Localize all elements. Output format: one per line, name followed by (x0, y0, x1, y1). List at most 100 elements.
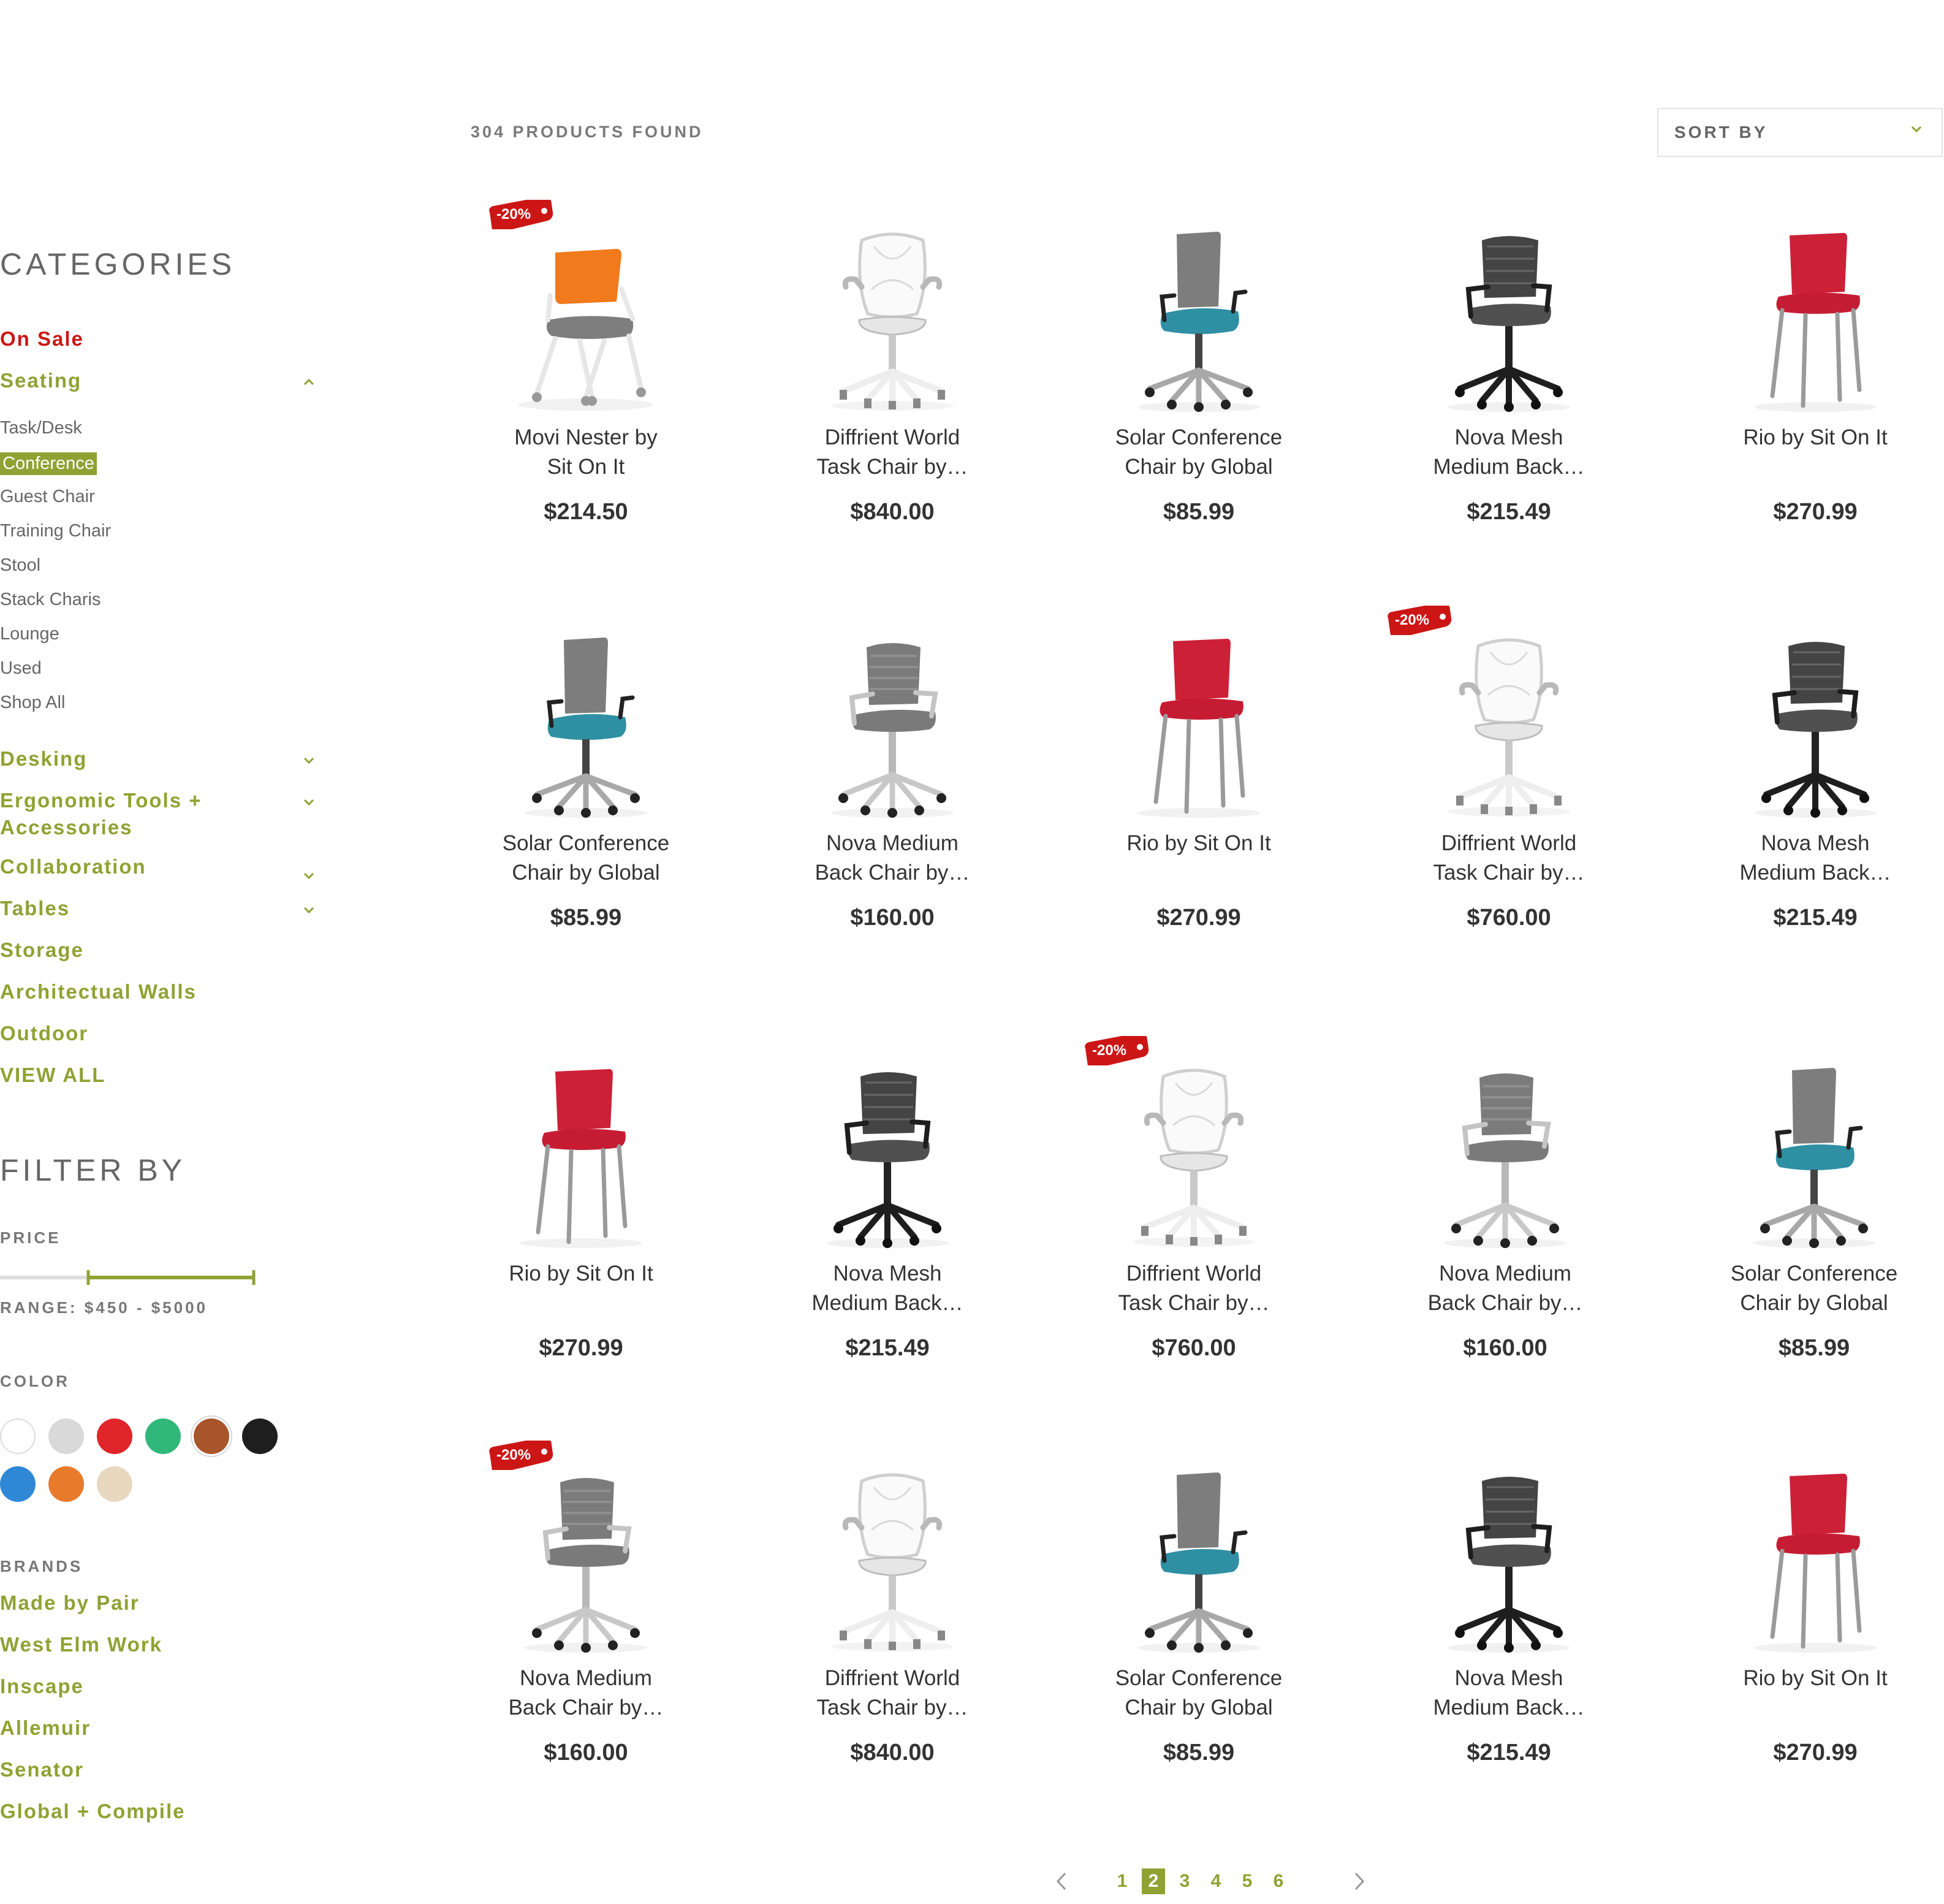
product-image[interactable] (1125, 1469, 1272, 1653)
product-name[interactable]: Diffrient World Task Chair by… (1356, 829, 1662, 888)
product-card[interactable]: Nova Mesh Medium Back… $215.49 (1356, 216, 1662, 608)
product-name[interactable]: Diffrient World Task Chair by… (739, 423, 1046, 482)
chevron-down-icon[interactable] (303, 756, 315, 765)
product-image[interactable] (1742, 228, 1889, 412)
chevron-down-icon[interactable] (303, 872, 315, 880)
product-card[interactable]: Rio by Sit On It $270.99 (1662, 1457, 1944, 1849)
product-name[interactable]: Nova Medium Back Chair by… (739, 829, 1046, 888)
category-outdoor[interactable]: Outdoor (0, 1020, 88, 1047)
color-swatch[interactable] (145, 1418, 181, 1454)
product-card[interactable]: Nova Medium Back Chair by… $160.00 -20% (433, 1441, 739, 1849)
subcategory-lounge[interactable]: Lounge (0, 624, 59, 644)
category-collaboration[interactable]: Collaboration (0, 853, 146, 880)
product-card[interactable]: Diffrient World Task Chair by… $840.00 (739, 1457, 1046, 1849)
product-card[interactable]: Solar Conference Chair by Global $85.99 (1046, 1457, 1352, 1849)
price-range-slider[interactable] (0, 1266, 264, 1289)
brand-global-compile[interactable]: Global + Compile (0, 1800, 185, 1823)
product-image[interactable] (1125, 634, 1272, 818)
product-card[interactable]: Diffrient World Task Chair by… $760.00 -20… (1356, 606, 1662, 1014)
product-image[interactable] (512, 1469, 659, 1653)
product-card[interactable]: Rio by Sit On It $270.99 (1046, 622, 1352, 1014)
product-image[interactable] (1435, 228, 1582, 412)
product-card[interactable]: Rio by Sit On It $270.99 (1662, 216, 1944, 608)
product-card[interactable]: Nova Mesh Medium Back… $215.49 (1356, 1457, 1662, 1849)
product-card[interactable]: Rio by Sit On It $270.99 (428, 1052, 734, 1444)
color-swatch[interactable] (48, 1418, 84, 1454)
product-card[interactable]: Movi Nester by Sit On It $214.50 -20% (433, 200, 739, 608)
product-image[interactable] (819, 634, 966, 818)
product-name[interactable]: Diffrient World Task Chair by… (739, 1664, 1046, 1723)
page-number[interactable]: 6 (1267, 1868, 1290, 1894)
category-storage[interactable]: Storage (0, 937, 84, 964)
page-number[interactable]: 5 (1236, 1868, 1259, 1894)
product-card[interactable]: Nova Medium Back Chair by… $160.00 (739, 622, 1046, 1014)
subcategory-shop-all[interactable]: Shop All (0, 693, 65, 713)
chevron-down-icon[interactable] (303, 906, 315, 915)
product-image[interactable] (1125, 228, 1272, 412)
subcategory-stack-charis[interactable]: Stack Charis (0, 590, 101, 610)
product-name[interactable]: Rio by Sit On It (1662, 1664, 1944, 1693)
product-card[interactable]: Solar Conference Chair by Global $85.99 (1661, 1052, 1944, 1444)
page-number[interactable]: 3 (1173, 1868, 1196, 1894)
category-view-all[interactable]: VIEW ALL (0, 1062, 105, 1089)
product-image[interactable] (1435, 1469, 1582, 1653)
brand-west-elm-work[interactable]: West Elm Work (0, 1633, 162, 1656)
product-image[interactable] (819, 228, 966, 412)
product-name[interactable]: Movi Nester by Sit On It (433, 423, 739, 482)
product-name[interactable]: Rio by Sit On It (1046, 829, 1352, 858)
product-name[interactable]: Nova Medium Back Chair by… (1352, 1259, 1658, 1318)
color-swatch[interactable] (48, 1466, 84, 1502)
subcategory-training-chair[interactable]: Training Chair (0, 521, 111, 541)
product-card[interactable]: Nova Mesh Medium Back… $215.49 (1662, 622, 1944, 1014)
product-card[interactable]: Solar Conference Chair by Global $85.99 (433, 622, 739, 1014)
chevron-left-icon[interactable] (1054, 1871, 1069, 1892)
sort-by-dropdown[interactable]: SORT BY (1657, 108, 1943, 157)
product-image[interactable] (1432, 1064, 1579, 1248)
product-name[interactable]: Nova Mesh Medium Back… (1356, 423, 1662, 482)
color-swatch[interactable] (0, 1418, 36, 1454)
category-desking[interactable]: Desking (0, 745, 87, 772)
product-image[interactable] (1742, 634, 1889, 818)
chevron-right-icon[interactable] (1352, 1871, 1367, 1892)
product-name[interactable]: Solar Conference Chair by Global (1046, 423, 1352, 482)
category-architectual-walls[interactable]: Architectual Walls (0, 978, 197, 1005)
product-card[interactable]: Diffrient World Task Chair by… $840.00 (739, 216, 1046, 608)
product-image[interactable] (819, 1469, 966, 1653)
color-swatch[interactable] (97, 1466, 132, 1502)
page-number[interactable]: 2 (1142, 1868, 1165, 1894)
product-name[interactable]: Rio by Sit On It (428, 1259, 734, 1289)
brand-made-by-pair[interactable]: Made by Pair (0, 1591, 140, 1615)
product-name[interactable]: Solar Conference Chair by Global (1046, 1664, 1352, 1723)
product-image[interactable] (814, 1064, 961, 1248)
product-name[interactable]: Diffrient World Task Chair by… (1041, 1259, 1347, 1318)
product-image[interactable] (512, 228, 659, 412)
product-image[interactable] (1741, 1064, 1888, 1248)
product-image[interactable] (507, 1064, 655, 1248)
product-name[interactable]: Nova Mesh Medium Back… (1356, 1664, 1662, 1723)
brand-inscape[interactable]: Inscape (0, 1675, 84, 1698)
category-ergonomic-tools-accessories[interactable]: Ergonomic Tools + Accessories (0, 787, 202, 841)
subcategory-task-desk[interactable]: Task/Desk (0, 418, 82, 438)
category-on-sale[interactable]: On Sale (0, 327, 84, 351)
product-name[interactable]: Nova Medium Back Chair by… (433, 1664, 739, 1723)
product-card[interactable]: Solar Conference Chair by Global $85.99 (1046, 216, 1352, 608)
product-image[interactable] (1435, 634, 1582, 818)
brand-allemuir[interactable]: Allemuir (0, 1716, 91, 1740)
product-image[interactable] (1742, 1469, 1889, 1653)
page-number[interactable]: 1 (1111, 1868, 1134, 1894)
page-number[interactable]: 4 (1204, 1868, 1228, 1894)
product-name[interactable]: Solar Conference Chair by Global (433, 829, 739, 888)
product-image[interactable] (512, 634, 659, 818)
product-card[interactable]: Nova Medium Back Chair by… $160.00 (1352, 1052, 1658, 1444)
product-image[interactable] (1120, 1064, 1267, 1248)
product-name[interactable]: Nova Mesh Medium Back… (1662, 829, 1944, 888)
chevron-up-icon[interactable] (303, 378, 315, 386)
product-card[interactable]: Nova Mesh Medium Back… $215.49 (734, 1052, 1041, 1444)
subcategory-guest-chair[interactable]: Guest Chair (0, 487, 95, 507)
product-card[interactable]: Diffrient World Task Chair by… $760.00 -20… (1041, 1036, 1347, 1444)
product-name[interactable]: Nova Mesh Medium Back… (734, 1259, 1041, 1318)
subcategory-used[interactable]: Used (0, 658, 42, 679)
category-tables[interactable]: Tables (0, 895, 70, 922)
product-name[interactable]: Solar Conference Chair by Global (1661, 1259, 1944, 1318)
subcategory-stool[interactable]: Stool (0, 555, 40, 576)
